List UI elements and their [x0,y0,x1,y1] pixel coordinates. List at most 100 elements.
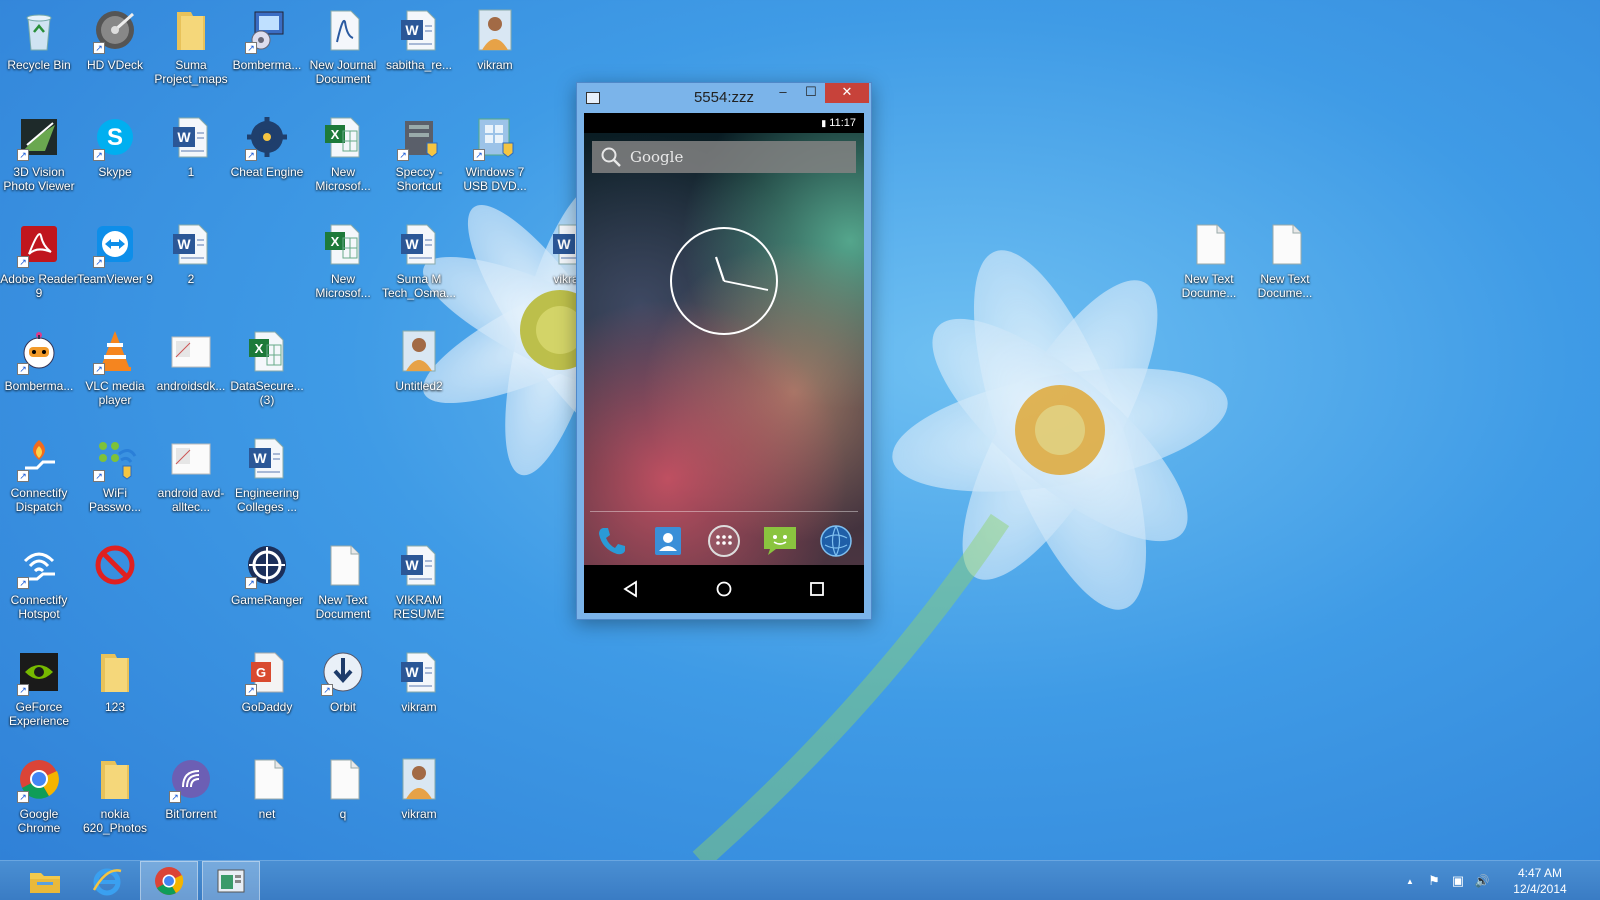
svg-text:W: W [177,236,191,252]
network-icon[interactable]: ▣ [1446,861,1470,900]
desktop-icon[interactable] [78,541,152,593]
shortcut-arrow-icon: ↗ [93,363,105,375]
desktop-icon[interactable]: ↗ WiFi Passwo... [78,434,152,514]
emulator-taskbar-button[interactable] [202,861,260,900]
desktop-icon[interactable]: ↗ Bomberma... [230,6,304,72]
file-explorer-button[interactable] [16,861,74,900]
shortcut-arrow-icon: ↗ [397,149,409,161]
desktop-icon[interactable]: net [230,755,304,821]
android-screen[interactable]: ▮ 11:17 Google [584,113,864,613]
desktop-icon[interactable]: Recycle Bin [2,6,76,72]
emulator-window[interactable]: 5554:zzz ‒ ☐ ✕ ▮ 11:17 Google [576,82,872,620]
desktop-icon-label: VLC media player [85,379,145,407]
minimize-button[interactable]: ‒ [769,83,797,103]
desktop-icon[interactable]: New Journal Document [306,6,380,86]
desktop-icon[interactable]: Untitled2 [382,327,456,393]
desktop-icon-label: New Text Document [315,593,371,621]
desktop-icon[interactable]: W VIKRAM RESUME [382,541,456,621]
desktop-icon[interactable]: Suma Project_maps [154,6,228,86]
desktop-icon-label: GameRanger [230,593,304,607]
svg-text:S: S [107,124,123,151]
desktop-icon[interactable]: ↗ GeForce Experience [2,648,76,728]
internet-explorer-button[interactable] [78,861,136,900]
search-icon [601,147,621,167]
shortcut-arrow-icon: ↗ [17,256,29,268]
phone-icon[interactable] [593,522,631,560]
desktop-icon[interactable]: ↗ Speccy - Shortcut [382,113,456,193]
folder-icon [91,755,139,803]
desktop-icon[interactable]: ↗ Adobe Reader 9 [0,220,78,300]
google-search-bar[interactable]: Google [592,141,856,173]
desktop-icon[interactable]: ↗ Connectify Hotspot [2,541,76,621]
desktop-icon[interactable]: nokia 620_Photos [78,755,152,835]
word-document-icon: W [395,648,443,696]
desktop-icon-label: Skype [98,165,132,179]
emulator-titlebar[interactable]: 5554:zzz ‒ ☐ ✕ [577,83,871,113]
desktop-icon[interactable]: q [306,755,380,821]
desktop-icon[interactable]: ↗ TeamViewer 9 [77,220,153,286]
desktop-icon[interactable]: X New Microsof... [306,220,380,300]
desktop-icon-label: Recycle Bin [7,58,71,72]
desktop-icon[interactable]: Wsabitha_re... [382,6,456,72]
excel-document-icon: X [243,327,291,375]
desktop-icon[interactable]: ↗ Orbit [306,648,380,714]
chrome-taskbar-button[interactable] [140,861,198,900]
shortcut-arrow-icon: ↗ [321,684,333,696]
desktop-icon[interactable]: ↗ HD VDeck [78,6,152,72]
analog-clock-widget[interactable] [668,225,780,337]
vlc-icon: ↗ [91,327,139,375]
desktop-icon[interactable]: New Text Document [306,541,380,621]
app-drawer-icon[interactable] [705,522,743,560]
home-icon[interactable] [714,579,734,599]
desktop-icon[interactable]: New Text Docume... [1248,220,1322,300]
desktop-icon-label: GoDaddy [241,700,293,714]
desktop-icon[interactable]: S ↗ Skype [78,113,152,179]
desktop-icon[interactable]: ↗ Windows 7 USB DVD... [458,113,532,193]
desktop-icon[interactable]: ↗ Google Chrome [2,755,76,835]
desktop-icon[interactable]: W Suma M Tech_Osma... [382,220,456,300]
desktop-icon-label: GeForce Experience [8,700,70,728]
desktop-icon[interactable]: ↗ BitTorrent [154,755,228,821]
desktop-icon[interactable]: ↗ VLC media player [78,327,152,407]
close-button[interactable]: ✕ [825,83,869,103]
desktop-icon-label: New Text Docume... [1257,272,1313,300]
desktop-icon-label: HD VDeck [86,58,143,72]
desktop-icon[interactable]: G ↗ GoDaddy [230,648,304,714]
desktop-icon[interactable]: W2 [154,220,228,286]
desktop-icon-label: 3D Vision Photo Viewer [3,165,75,193]
desktop-icon[interactable]: ↗ 3D Vision Photo Viewer [2,113,76,193]
recents-icon[interactable] [807,579,827,599]
desktop-icon[interactable]: android avd-alltec... [154,434,228,514]
maximize-button[interactable]: ☐ [797,83,825,103]
shortcut-arrow-icon: ↗ [245,577,257,589]
messaging-icon[interactable] [761,522,799,560]
desktop-icon[interactable]: ↗ Connectify Dispatch [2,434,76,514]
home-screen[interactable]: Google [584,133,864,565]
browser-icon[interactable] [817,522,855,560]
desktop-icon[interactable]: vikram [458,6,532,72]
desktop-icon[interactable]: New Text Docume... [1172,220,1246,300]
desktop-icon[interactable]: vikram [382,755,456,821]
desktop-icon-label: Bomberma... [232,58,302,72]
desktop-icon[interactable]: W Engineering Colleges ... [230,434,304,514]
taskbar-clock[interactable]: 4:47 AM 12/4/2014 [1494,865,1586,897]
desktop-icon-label: New Text Docume... [1181,272,1237,300]
show-hidden-icons-icon[interactable]: ▲ [1398,861,1422,900]
desktop-icon[interactable]: X New Microsof... [306,113,380,193]
text-document-icon [1261,220,1309,268]
desktop-icon[interactable]: ↗ Cheat Engine [230,113,304,179]
desktop-icon[interactable]: W1 [154,113,228,179]
back-icon[interactable] [621,579,641,599]
desktop-icon[interactable]: androidsdk... [154,327,228,393]
desktop-icon-label: q [339,807,347,821]
action-center-flag-icon[interactable]: ⚑ [1422,861,1446,900]
word-document-icon: W [395,6,443,54]
connectify-hotspot-icon: ↗ [15,541,63,589]
desktop-icon[interactable]: Wvikram [382,648,456,714]
contacts-icon[interactable] [649,522,687,560]
desktop-icon[interactable]: ↗ GameRanger [230,541,304,607]
desktop-icon[interactable]: 123 [78,648,152,714]
desktop-icon[interactable]: X DataSecure... (3) [230,327,304,407]
desktop-icon[interactable]: ↗ Bomberma... [2,327,76,393]
volume-icon[interactable]: 🔊 [1470,861,1494,900]
